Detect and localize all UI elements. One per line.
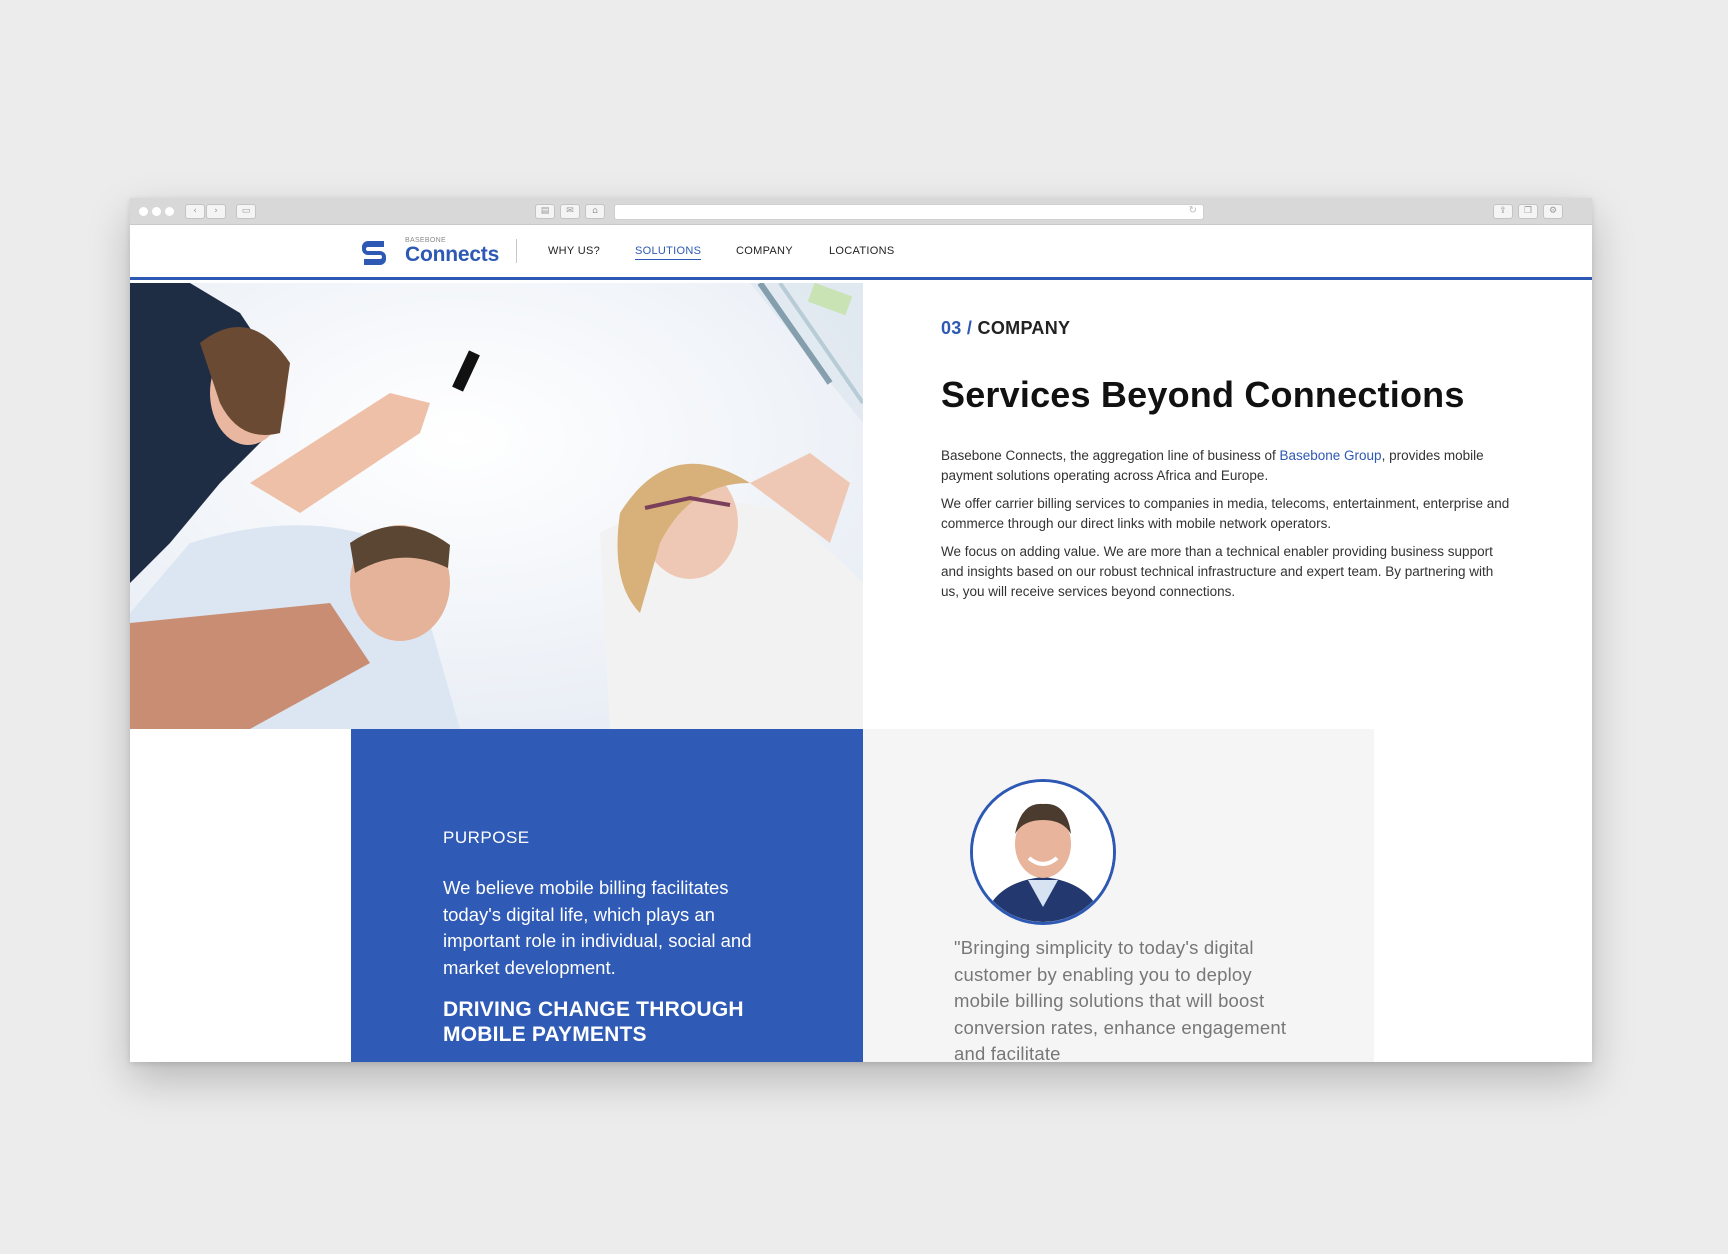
intro-paragraph-2: We offer carrier billing services to com…: [941, 496, 1510, 531]
intro-paragraph-3: We focus on adding value. We are more th…: [941, 544, 1494, 599]
print-icon[interactable]: ▤: [535, 204, 555, 219]
site-header: BASEBONE Connects WHY US? SOLUTIONS COMP…: [130, 225, 1592, 280]
purpose-text: We believe mobile billing facilitates to…: [443, 877, 752, 978]
quote-text: "Bringing simplicity to today's digital …: [954, 937, 1287, 1062]
intro-copy: Basebone Connects, the aggregation line …: [941, 446, 1511, 610]
window-zoom-dot[interactable]: [165, 207, 174, 216]
brand-logo-icon[interactable]: [358, 237, 390, 269]
share-icon[interactable]: ⇪: [1493, 204, 1513, 219]
purpose-label: PURPOSE: [443, 828, 530, 847]
team-photo: [130, 283, 863, 729]
section-eyebrow: 03 / COMPANY: [941, 318, 1070, 339]
quote-panel: "Bringing simplicity to today's digital …: [863, 729, 1374, 1062]
nav-item-solutions[interactable]: SOLUTIONS: [635, 245, 702, 260]
browser-toolbar: ‹ › ▭ ▤ ✉ ⌂ ↻ ⇪ ❐ ⚙: [130, 198, 1592, 225]
browser-window: ‹ › ▭ ▤ ✉ ⌂ ↻ ⇪ ❐ ⚙ BASEBONE Connects WH…: [130, 198, 1592, 1062]
purpose-headline: DRIVING CHANGE THROUGH MOBILE PAYMENTS: [443, 998, 744, 1046]
nav-item-why-us[interactable]: WHY US?: [548, 245, 600, 257]
home-icon[interactable]: ⌂: [585, 204, 605, 219]
chevron-left-icon[interactable]: ‹: [185, 204, 205, 219]
basebone-group-link[interactable]: Basebone Group: [1279, 448, 1381, 463]
purpose-panel: PURPOSE We believe mobile billing facili…: [351, 729, 863, 1062]
chevron-right-icon[interactable]: ›: [206, 204, 226, 219]
mail-icon[interactable]: ✉: [560, 204, 580, 219]
sidebar-icon[interactable]: ▭: [236, 204, 256, 219]
tabs-icon[interactable]: ❐: [1518, 204, 1538, 219]
nav-divider: [516, 239, 517, 263]
gear-icon[interactable]: ⚙: [1543, 204, 1563, 219]
window-close-dot[interactable]: [139, 207, 148, 216]
section-label: COMPANY: [977, 318, 1071, 338]
section-number: 03 /: [941, 318, 973, 338]
page-title: Services Beyond Connections: [941, 374, 1465, 415]
nav-item-company[interactable]: COMPANY: [736, 245, 793, 257]
reload-icon[interactable]: ↻: [1189, 205, 1197, 216]
nav-item-locations[interactable]: LOCATIONS: [829, 245, 894, 257]
avatar: [970, 779, 1116, 925]
intro-paragraph-1: Basebone Connects, the aggregation line …: [941, 448, 1484, 483]
brand-name[interactable]: Connects: [405, 243, 499, 267]
window-minimize-dot[interactable]: [152, 207, 161, 216]
address-bar[interactable]: ↻: [614, 204, 1204, 220]
